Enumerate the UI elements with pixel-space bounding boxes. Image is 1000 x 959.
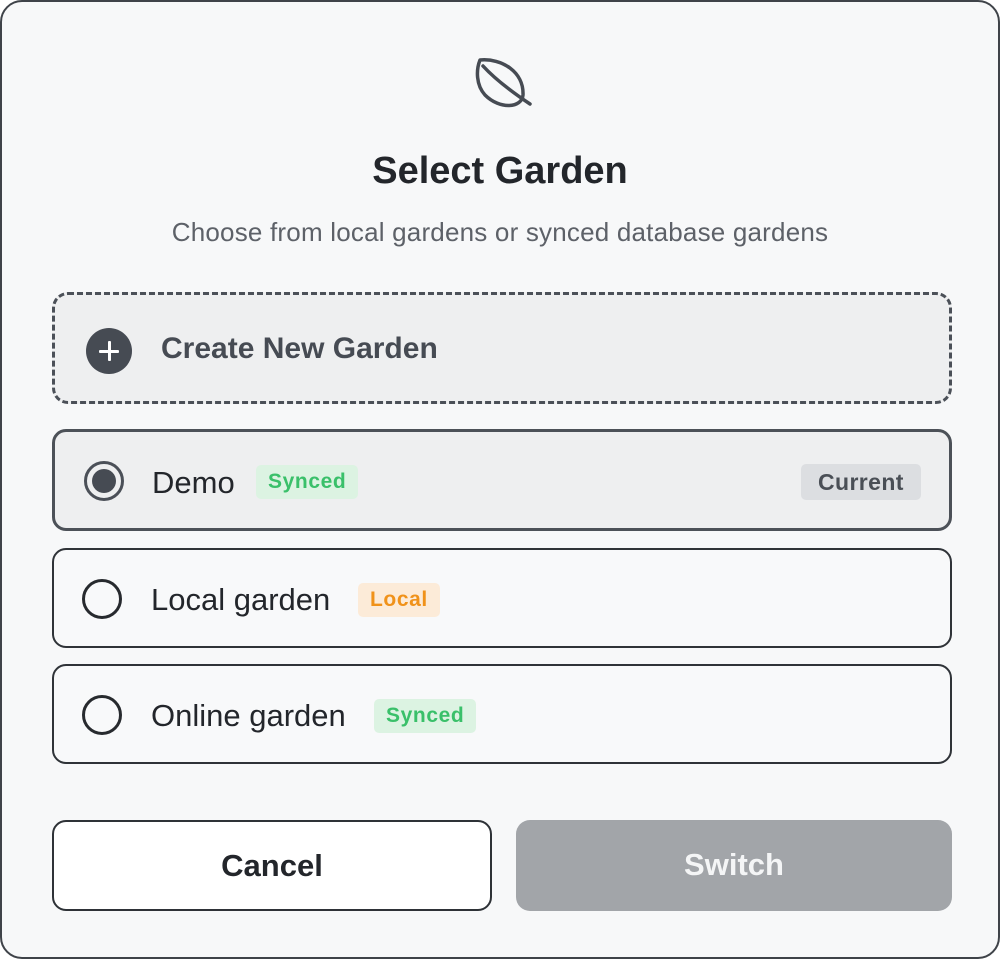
garden-name: Online garden: [151, 698, 346, 733]
radio-button[interactable]: [82, 579, 122, 619]
synced-badge: Synced: [256, 465, 359, 499]
create-new-garden-label: Create New Garden: [161, 332, 438, 365]
garden-option-demo[interactable]: Demo Synced Current: [52, 429, 952, 531]
dialog-subtitle: Choose from local gardens or synced data…: [171, 217, 829, 247]
select-garden-dialog: Select Garden Choose from local gardens …: [0, 0, 1000, 959]
dialog-title: Select Garden: [372, 150, 628, 192]
local-badge: Local: [358, 583, 440, 617]
synced-badge: Synced: [374, 699, 477, 733]
current-badge: Current: [801, 464, 921, 500]
garden-name: Demo: [152, 465, 235, 500]
garden-option-online-garden[interactable]: Online garden Synced: [52, 664, 952, 764]
cancel-button[interactable]: Cancel: [52, 820, 492, 911]
create-new-garden-button[interactable]: Create New Garden: [52, 292, 952, 404]
leaf-icon: [475, 58, 532, 108]
radio-button[interactable]: [82, 695, 122, 735]
garden-option-local-garden[interactable]: Local garden Local: [52, 548, 952, 648]
radio-button-checked[interactable]: [84, 461, 124, 501]
plus-circle-icon: [86, 328, 132, 374]
garden-name: Local garden: [151, 582, 331, 617]
switch-button[interactable]: Switch: [516, 820, 952, 911]
